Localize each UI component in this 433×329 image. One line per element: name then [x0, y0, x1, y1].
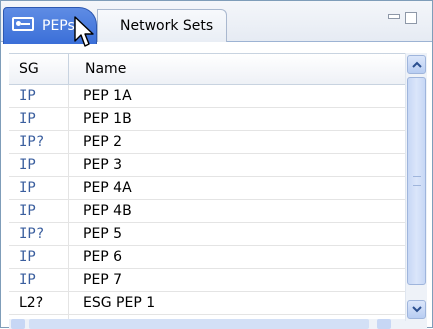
tab-network-sets[interactable]: Network Sets — [97, 9, 227, 42]
tab-network-sets-label: Network Sets — [120, 18, 214, 34]
table-row[interactable]: IP? PEP 2 — [9, 131, 405, 154]
peps-view-panel: PEPs Network Sets SG Name IP PEP 1A IP P… — [0, 0, 433, 329]
chevron-down-icon — [412, 306, 422, 313]
table-row[interactable]: IP PEP 1B — [9, 108, 405, 131]
sg-cell: IP — [9, 246, 69, 268]
table-row[interactable]: IP PEP 4B — [9, 200, 405, 223]
table-row[interactable]: IP PEP 4A — [9, 177, 405, 200]
sg-cell: IP — [9, 85, 69, 107]
scroll-down-button[interactable] — [407, 300, 426, 319]
minimize-icon[interactable] — [387, 11, 401, 25]
column-header-name[interactable]: Name — [69, 54, 126, 84]
connector-icon — [12, 17, 34, 31]
sg-cell: IP — [9, 177, 69, 199]
tab-bar: PEPs Network Sets — [1, 1, 432, 47]
name-cell: PEP 4A — [83, 180, 132, 196]
name-cell: PEP 1B — [83, 111, 132, 127]
sg-cell: IP — [9, 108, 69, 130]
name-cell: PEP 6 — [83, 249, 123, 265]
column-header-sg[interactable]: SG — [9, 54, 69, 84]
chevron-up-icon — [412, 61, 422, 68]
name-cell: PEP 1A — [83, 88, 132, 104]
table-row[interactable]: IP PEP 1A — [9, 85, 405, 108]
table-row[interactable]: IP PEP 7 — [9, 269, 405, 292]
pep-table: SG Name IP PEP 1A IP PEP 1B IP? PEP 2 IP… — [9, 53, 405, 329]
maximize-icon[interactable] — [405, 11, 419, 25]
scroll-up-button[interactable] — [407, 55, 426, 74]
name-cell: PEP 4B — [83, 203, 132, 219]
table-row[interactable]: L2? ESG PEP 1 — [9, 292, 405, 315]
table-row[interactable]: IP PEP 6 — [9, 246, 405, 269]
name-cell: ESG PEP 1 — [83, 295, 156, 311]
name-cell: PEP 5 — [83, 226, 123, 242]
sg-cell: IP — [9, 200, 69, 222]
table-header: SG Name — [9, 53, 405, 85]
sg-cell: IP? — [9, 223, 69, 245]
name-cell: PEP 2 — [83, 134, 123, 150]
sg-cell: IP — [9, 269, 69, 291]
name-cell: PEP 3 — [83, 157, 123, 173]
vertical-scrollbar[interactable] — [405, 53, 427, 321]
sg-cell: IP? — [9, 131, 69, 153]
tab-peps-label: PEPs — [42, 18, 75, 34]
table-row[interactable]: IP PEP 3 — [9, 154, 405, 177]
sg-cell: L2? — [9, 292, 69, 314]
scrollbar-thumb[interactable] — [407, 77, 426, 285]
name-cell: PEP 7 — [83, 272, 123, 288]
sg-cell: IP — [9, 154, 69, 176]
table-row[interactable]: IP? PEP 5 — [9, 223, 405, 246]
mouse-pointer-icon — [74, 16, 94, 47]
